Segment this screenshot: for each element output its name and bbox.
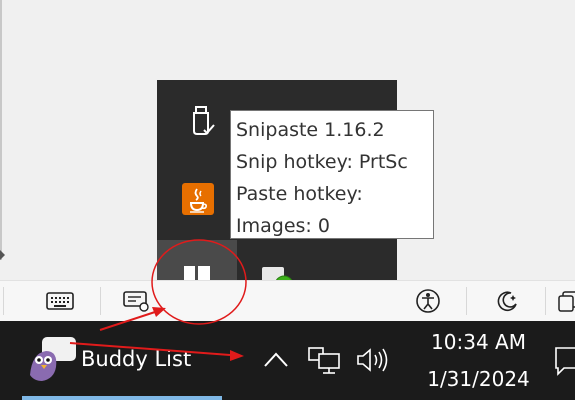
clock-time[interactable]: 10:34 AM bbox=[400, 330, 557, 354]
java-update-icon[interactable] bbox=[175, 176, 221, 222]
tooltip-version: Snipaste 1.16.2 bbox=[236, 119, 385, 141]
scroll-arrow-icon bbox=[0, 250, 5, 260]
volume-icon[interactable] bbox=[354, 344, 392, 376]
separator bbox=[466, 287, 467, 315]
moon-icon[interactable] bbox=[488, 281, 528, 321]
window-edge bbox=[0, 0, 2, 260]
tooltip-paste-hotkey: Paste hotkey: bbox=[236, 183, 363, 205]
usb-eject-icon[interactable] bbox=[179, 98, 225, 144]
copy-icon[interactable] bbox=[548, 281, 575, 321]
keyboard-icon[interactable] bbox=[40, 281, 80, 321]
accessibility-icon[interactable] bbox=[408, 281, 448, 321]
separator bbox=[545, 287, 546, 315]
screen-pen-icon[interactable] bbox=[116, 281, 156, 321]
tooltip-images-count: Images: 0 bbox=[236, 215, 330, 237]
quick-actions-strip bbox=[0, 280, 575, 322]
snipaste-tooltip: Snipaste 1.16.2 Snip hotkey: PrtSc Paste… bbox=[230, 110, 434, 239]
separator bbox=[3, 287, 4, 315]
network-icon[interactable] bbox=[305, 344, 345, 378]
notification-icon[interactable] bbox=[552, 344, 575, 378]
active-app-indicator bbox=[22, 396, 222, 400]
buddy-list-label[interactable]: Buddy List bbox=[81, 347, 191, 371]
separator bbox=[100, 287, 101, 315]
tooltip-snip-hotkey: Snip hotkey: PrtSc bbox=[236, 151, 408, 173]
pidgin-app-icon[interactable] bbox=[24, 333, 80, 387]
chevron-up-icon[interactable] bbox=[261, 345, 291, 375]
clock-date[interactable]: 1/31/2024 bbox=[400, 367, 557, 391]
